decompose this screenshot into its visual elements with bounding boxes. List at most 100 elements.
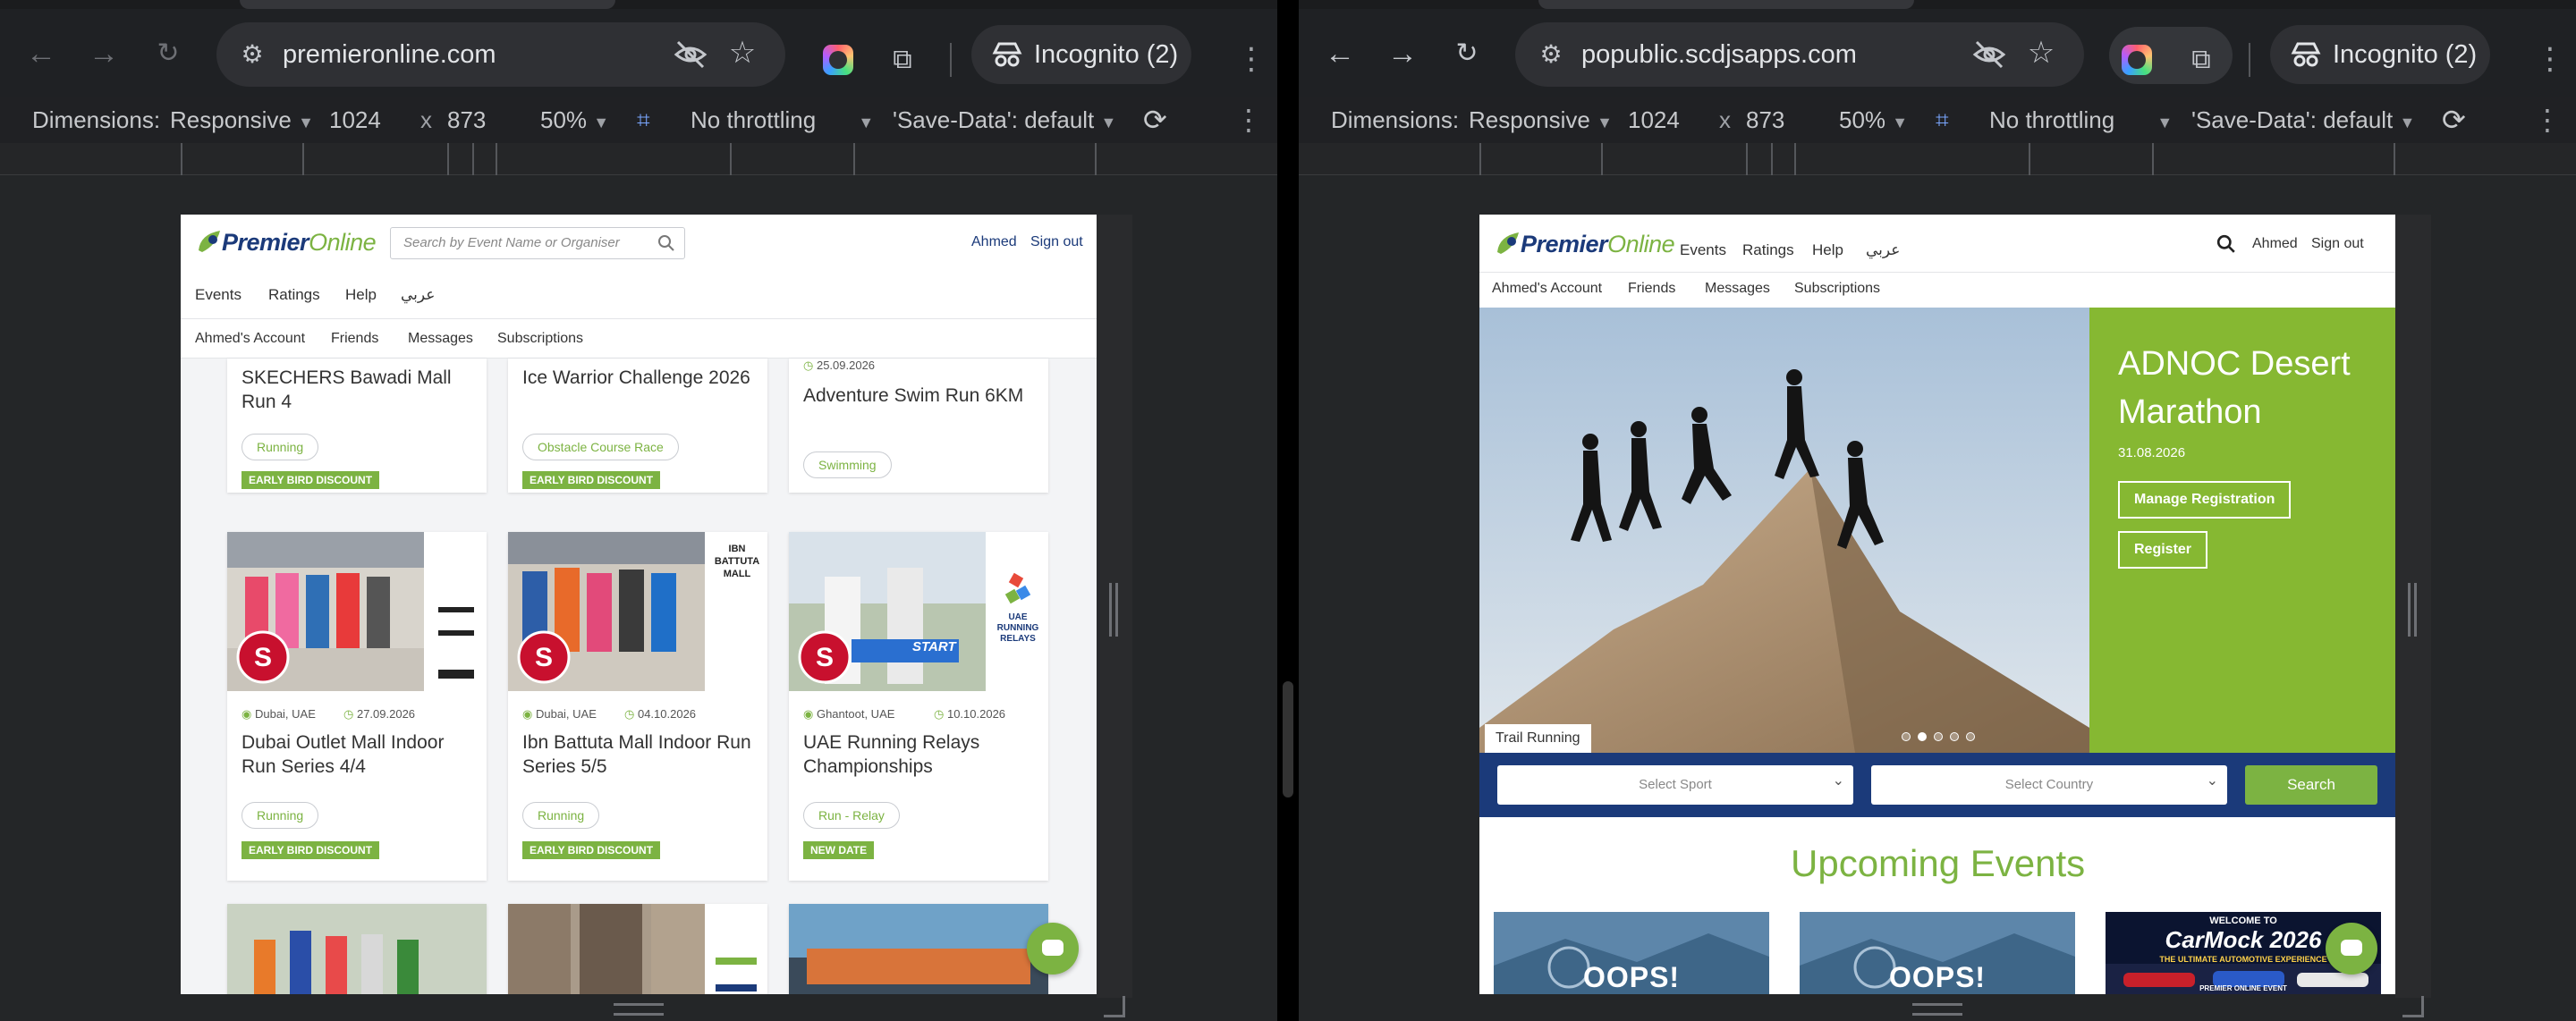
subnav-messages[interactable]: Messages	[1705, 281, 1770, 297]
zoom-select[interactable]: 50% ▼	[1839, 97, 1908, 146]
carousel-dot-active[interactable]	[1918, 732, 1927, 741]
event-title[interactable]: Ice Warrior Challenge 2026	[522, 366, 755, 390]
event-image[interactable]: S	[227, 532, 487, 691]
event-card[interactable]: ◷ 25.09.2026 Adventure Swim Run 6KM Swim…	[789, 359, 1048, 493]
user-link[interactable]: Ahmed	[971, 234, 1017, 250]
eye-off-icon[interactable]	[1971, 37, 2007, 72]
event-tag[interactable]: Swimming	[803, 451, 892, 478]
search-icon[interactable]	[657, 234, 675, 252]
event-tag[interactable]: Running	[242, 802, 319, 829]
nav-ratings[interactable]: Ratings	[268, 286, 320, 304]
carousel-dot[interactable]	[1950, 732, 1959, 741]
register-button[interactable]: Register	[2118, 531, 2208, 569]
search-input[interactable]: Search by Event Name or Organiser	[390, 227, 685, 259]
nav-arabic[interactable]: عربي	[1866, 241, 1900, 259]
subnav-subscriptions[interactable]: Subscriptions	[1794, 281, 1880, 297]
url-text[interactable]: premieronline.com	[283, 22, 496, 87]
forward-icon[interactable]: →	[86, 36, 122, 72]
more-icon[interactable]: ⋮	[1236, 41, 1267, 77]
nav-arabic[interactable]: عربي	[401, 286, 435, 304]
manage-registration-button[interactable]: Manage Registration	[2118, 481, 2292, 519]
event-title[interactable]: Adventure Swim Run 6KM	[803, 384, 1036, 408]
tune-icon[interactable]: ⚙	[1535, 38, 1567, 71]
resize-handle-bottom[interactable]	[1912, 1003, 1962, 1016]
event-title[interactable]: Ibn Battuta Mall Indoor Run Series 5/5	[522, 730, 755, 779]
country-select[interactable]: Select Country	[1871, 762, 2227, 805]
event-card[interactable]	[508, 904, 767, 994]
carousel-dots[interactable]	[1902, 730, 1982, 746]
window-splitter[interactable]	[1277, 0, 1299, 1021]
event-tag[interactable]: Run - Relay	[803, 802, 900, 829]
star-icon[interactable]: ☆	[2023, 35, 2059, 71]
extension-icon[interactable]	[2122, 45, 2152, 75]
hero-category[interactable]: Trail Running	[1485, 724, 1591, 753]
hero-title[interactable]: ADNOC Desert Marathon	[2118, 340, 2377, 436]
event-card[interactable]: Ice Warrior Challenge 2026 Obstacle Cour…	[508, 359, 767, 493]
subnav-account[interactable]: Ahmed's Account	[1492, 281, 1602, 297]
url-text[interactable]: popublic.scdjsapps.com	[1581, 22, 1857, 87]
signout-link[interactable]: Sign out	[1030, 234, 1083, 250]
address-bar[interactable]: ⚙ premieronline.com ☆	[216, 22, 785, 87]
hero-image[interactable]: Trail Running	[1479, 308, 2089, 753]
carousel-dot[interactable]	[1902, 732, 1911, 741]
throttling-select[interactable]: No throttling ▼	[1989, 97, 2173, 146]
device-mode-select[interactable]: Responsive ▼	[1469, 97, 1613, 146]
height-input[interactable]: 873	[447, 97, 486, 143]
search-icon[interactable]	[2216, 234, 2236, 254]
nav-help[interactable]: Help	[1812, 241, 1843, 259]
device-mode-select[interactable]: Responsive ▼	[170, 97, 314, 146]
incognito-button[interactable]: Incognito (2)	[971, 25, 1191, 84]
puzzle-icon[interactable]: ⧉	[886, 43, 919, 77]
width-input[interactable]: 1024	[329, 97, 381, 143]
device-more-icon[interactable]: ⋮	[2533, 97, 2562, 143]
chat-button[interactable]	[2326, 923, 2377, 975]
save-data-select[interactable]: 'Save-Data': default ▼	[893, 97, 1116, 146]
nav-help[interactable]: Help	[345, 286, 377, 304]
width-input[interactable]: 1024	[1628, 97, 1680, 143]
carousel-dot[interactable]	[1934, 732, 1943, 741]
address-bar[interactable]: ⚙ popublic.scdjsapps.com ☆	[1515, 22, 2084, 87]
rotate-icon[interactable]: ⟳	[2442, 97, 2466, 143]
throttling-select[interactable]: No throttling ▼	[691, 97, 874, 146]
nav-ratings[interactable]: Ratings	[1742, 241, 1794, 259]
chat-button[interactable]	[1027, 923, 1079, 975]
subnav-friends[interactable]: Friends	[331, 331, 378, 347]
event-card[interactable]: S IBN BATTUTA MALL ◉ Dubai, UAE ◷ 04.10.…	[508, 532, 767, 881]
reload-icon[interactable]: ↻	[1449, 36, 1485, 72]
device-more-icon[interactable]: ⋮	[1234, 97, 1263, 143]
event-tag[interactable]: Running	[242, 434, 319, 460]
upcoming-event-card[interactable]: OOPS!	[1800, 912, 2075, 994]
rotate-icon[interactable]: ⟳	[1143, 97, 1167, 143]
signout-link[interactable]: Sign out	[2311, 236, 2364, 252]
device-frame-icon[interactable]: ⌗	[1936, 97, 1949, 143]
extension-icon[interactable]	[823, 45, 853, 75]
event-tag[interactable]: Running	[522, 802, 600, 829]
event-title[interactable]: Dubai Outlet Mall Indoor Run Series 4/4	[242, 730, 474, 779]
event-card[interactable]	[227, 904, 487, 994]
subnav-subscriptions[interactable]: Subscriptions	[497, 331, 583, 347]
forward-icon[interactable]: →	[1385, 36, 1420, 72]
active-tab[interactable]	[240, 0, 615, 9]
event-image[interactable]	[508, 904, 767, 994]
event-image[interactable]: S IBN BATTUTA MALL	[508, 532, 767, 691]
incognito-button[interactable]: Incognito (2)	[2270, 25, 2490, 84]
puzzle-icon[interactable]: ⧉	[2184, 43, 2218, 77]
user-link[interactable]: Ahmed	[2252, 236, 2298, 252]
more-icon[interactable]: ⋮	[2535, 41, 2565, 77]
save-data-select[interactable]: 'Save-Data': default ▼	[2191, 97, 2415, 146]
eye-off-icon[interactable]	[673, 37, 708, 72]
splitter-grip[interactable]	[1283, 681, 1293, 797]
resize-handle-right[interactable]	[1109, 583, 1118, 637]
event-card[interactable]	[789, 904, 1048, 994]
height-input[interactable]: 873	[1746, 97, 1784, 143]
event-image[interactable]: S START UAE RUNNING RELAYS	[789, 532, 1048, 691]
back-icon[interactable]: ←	[1322, 36, 1358, 72]
device-frame-icon[interactable]: ⌗	[637, 97, 650, 143]
zoom-select[interactable]: 50% ▼	[540, 97, 609, 146]
event-image[interactable]	[789, 904, 1048, 994]
subnav-account[interactable]: Ahmed's Account	[195, 331, 305, 347]
event-card[interactable]: S ◉ Dubai, UAE ◷ 27.09.2026 Dubai Outlet…	[227, 532, 487, 881]
tune-icon[interactable]: ⚙	[236, 38, 268, 71]
active-tab[interactable]	[1538, 0, 1914, 9]
subnav-friends[interactable]: Friends	[1628, 281, 1675, 297]
